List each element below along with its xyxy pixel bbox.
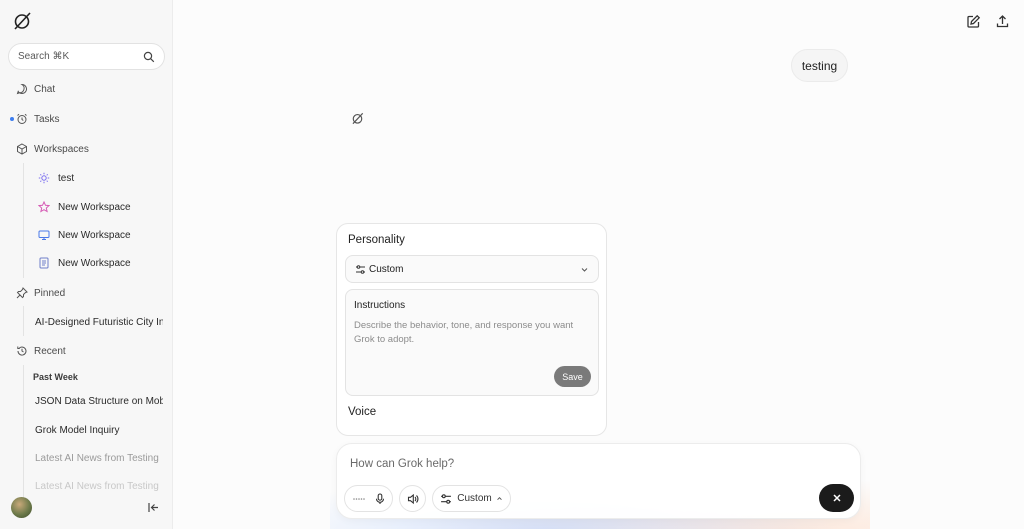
nav-pinned-label: Pinned: [34, 287, 66, 299]
pinned-tree-line: [23, 306, 24, 336]
microphone-icon: [375, 492, 384, 504]
close-icon: [832, 494, 841, 502]
sun-icon: [38, 172, 50, 184]
share-upload-icon[interactable]: [995, 14, 1010, 29]
prompt-input[interactable]: How can Grok help?: [350, 458, 454, 470]
recent-chat-item[interactable]: Latest AI News from Testing: [27, 475, 167, 497]
nav-tasks-label: Tasks: [34, 113, 60, 125]
recent-section-heading: Past Week: [33, 372, 78, 382]
waveform-icon: [352, 497, 365, 500]
grok-response-logo-icon: [352, 112, 364, 125]
monitor-icon: [38, 229, 50, 241]
document-icon: [38, 257, 50, 269]
speaker-button[interactable]: [399, 485, 426, 512]
chevron-down-icon: [581, 267, 588, 272]
recent-chat-item[interactable]: JSON Data Structure on Mob: [27, 390, 167, 412]
sliders-icon: [441, 493, 452, 504]
nav-workspaces[interactable]: Workspaces: [0, 138, 173, 160]
search-input[interactable]: Search ⌘K: [8, 43, 165, 70]
new-chat-edit-icon[interactable]: [966, 14, 981, 29]
recent-chat-item[interactable]: Latest AI News from Testing: [27, 447, 167, 469]
personality-mode-button[interactable]: Custom: [432, 485, 511, 512]
speaker-icon: [407, 493, 418, 504]
workspace-label: test: [58, 172, 75, 184]
instructions-field[interactable]: Instructions Describe the behavior, tone…: [345, 289, 599, 396]
sliders-icon: [356, 264, 365, 274]
workspace-label: New Workspace: [58, 257, 131, 269]
personality-panel: Personality Custom Instructions Describe…: [336, 223, 607, 436]
star-icon: [38, 201, 50, 213]
workspace-label: New Workspace: [58, 201, 131, 213]
nav-tasks[interactable]: Tasks: [0, 108, 173, 130]
recent-chat-label: Latest AI News from Testing: [35, 452, 159, 464]
search-icon: [143, 51, 155, 62]
pinned-chat-label: AI-Designed Futuristic City In: [35, 316, 163, 328]
instructions-placeholder: Describe the behavior, tone, and respons…: [354, 320, 574, 345]
workspace-item[interactable]: New Workspace: [27, 196, 167, 218]
pinned-chat-item[interactable]: AI-Designed Futuristic City In: [27, 311, 167, 333]
collapse-sidebar-icon[interactable]: [147, 501, 160, 514]
alarm-clock-icon: [16, 113, 28, 125]
nav-pinned[interactable]: Pinned: [0, 282, 173, 304]
pin-icon: [16, 287, 28, 299]
workspace-item[interactable]: New Workspace: [27, 224, 167, 246]
composer: How can Grok help? Custom: [336, 443, 861, 519]
nav-chat-label: Chat: [34, 83, 56, 95]
grok-logo-icon[interactable]: [12, 11, 32, 31]
save-button[interactable]: Save: [554, 366, 591, 387]
search-label: Search ⌘K: [18, 51, 70, 62]
avatar[interactable]: [11, 497, 32, 518]
workspace-item[interactable]: New Workspace: [27, 252, 167, 274]
personality-selected-value: Custom: [369, 263, 404, 275]
chevron-up-icon: [496, 497, 502, 500]
workspace-label: New Workspace: [58, 229, 131, 241]
history-icon: [16, 345, 28, 357]
recent-chat-item[interactable]: Grok Model Inquiry: [27, 419, 167, 441]
recent-chat-label: JSON Data Structure on Mob: [35, 395, 163, 407]
instructions-label: Instructions: [354, 300, 406, 311]
workspace-tree-line: [23, 163, 24, 278]
workspace-item[interactable]: test: [27, 167, 167, 189]
recent-chat-label: Grok Model Inquiry: [35, 424, 120, 436]
voice-mode-button[interactable]: [344, 485, 393, 512]
notification-dot: [10, 117, 14, 121]
voice-label[interactable]: Voice: [348, 406, 376, 418]
sidebar: Search ⌘K Chat Tasks Workspaces test New…: [0, 0, 173, 529]
nav-workspaces-label: Workspaces: [34, 143, 89, 155]
personality-mode-label: Custom: [457, 493, 492, 504]
nav-recent-label: Recent: [34, 345, 66, 357]
close-button[interactable]: [819, 484, 854, 512]
recent-tree-line: [23, 365, 24, 505]
nav-recent[interactable]: Recent: [0, 340, 173, 362]
recent-chat-label: Latest AI News from Testing: [35, 480, 159, 492]
personality-title: Personality: [348, 234, 405, 246]
chat-bubble-icon: [16, 83, 28, 95]
nav-chat[interactable]: Chat: [0, 78, 173, 100]
user-message-bubble: testing: [791, 49, 848, 82]
cube-icon: [16, 143, 28, 155]
personality-select[interactable]: Custom: [345, 255, 599, 283]
user-message-text: testing: [801, 58, 838, 73]
